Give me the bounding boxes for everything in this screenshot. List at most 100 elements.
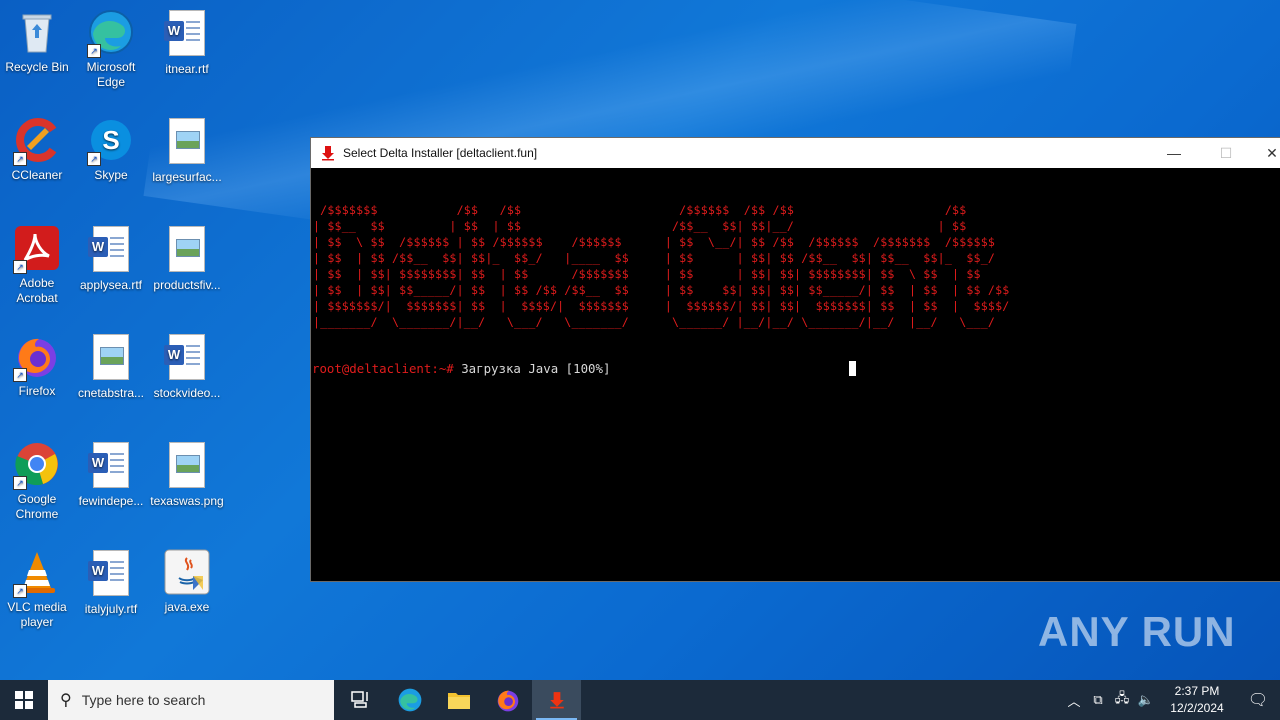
clock-time: 2:37 PM <box>1174 684 1220 698</box>
ascii-banner: /$$$$$$$ /$$ /$$ /$$$$$$ /$$ /$$ /$$ | $… <box>313 203 1010 329</box>
maximize-button[interactable]: ☐ <box>1203 138 1249 168</box>
word-document-icon: W <box>163 334 211 382</box>
minimize-button[interactable]: — <box>1151 138 1197 168</box>
terminal-area[interactable]: /$$$$$$$ /$$ /$$ /$$$$$$ /$$ /$$ /$$ | $… <box>311 169 1280 581</box>
window-titlebar[interactable]: Select Delta Installer [deltaclient.fun]… <box>311 138 1280 168</box>
start-button[interactable] <box>0 680 48 720</box>
desktop-icon-firefox[interactable]: ↗ Firefox <box>0 332 74 399</box>
desktop-icon-largesurfac[interactable]: largesurfac... <box>150 116 224 185</box>
word-document-icon: W <box>87 550 135 598</box>
desktop-icon-fewindepe[interactable]: W fewindepe... <box>74 440 148 509</box>
window-title: Select Delta Installer [deltaclient.fun] <box>343 146 538 160</box>
recycle-bin-icon <box>13 8 61 56</box>
close-button[interactable]: ✕ <box>1249 138 1280 168</box>
meet-now-icon[interactable]: ⧉ <box>1086 692 1110 708</box>
minimize-icon: — <box>1167 145 1181 161</box>
watermark-logo: ANY RUN <box>1038 608 1236 655</box>
shortcut-arrow-icon: ↗ <box>13 368 27 382</box>
task-view-icon <box>350 691 368 708</box>
maximize-icon: ☐ <box>1219 144 1233 161</box>
taskbar-edge-button[interactable] <box>385 680 434 720</box>
desktop-icon-ccleaner[interactable]: ↗ CCleaner <box>0 116 74 183</box>
desktop-icon-stockvideo[interactable]: W stockvideo... <box>150 332 224 401</box>
desktop-icon-edge[interactable]: ↗ Microsoft Edge <box>74 8 148 90</box>
desktop-icon-vlc[interactable]: ↗ VLC media player <box>0 548 74 630</box>
notification-icon[interactable]: 🗨 <box>1236 690 1280 710</box>
shortcut-arrow-icon: ↗ <box>13 476 27 490</box>
windows-logo-icon <box>15 691 33 709</box>
desktop-icon-italyjuly[interactable]: W italyjuly.rtf <box>74 548 148 617</box>
desktop-icon-label: fewindepe... <box>78 494 144 508</box>
image-file-icon <box>163 118 211 166</box>
image-file-icon <box>163 226 211 274</box>
clock[interactable]: 2:37 PM 12/2/2024 <box>1158 683 1236 717</box>
word-document-icon: W <box>87 442 135 490</box>
image-file-icon <box>87 334 135 382</box>
taskbar-firefox-button[interactable] <box>483 680 532 720</box>
volume-icon[interactable]: 🔈 <box>1134 692 1158 708</box>
desktop-icon-applysea[interactable]: W applysea.rtf <box>74 224 148 293</box>
close-icon: ✕ <box>1266 144 1278 161</box>
desktop-icon-label: CCleaner <box>11 168 63 182</box>
skype-icon: S ↗ <box>87 116 135 166</box>
desktop-icon-texaswas[interactable]: texaswas.png <box>150 440 224 509</box>
desktop-icon-java[interactable]: java.exe <box>150 548 224 615</box>
desktop-icon-label: VLC media player <box>7 600 67 629</box>
system-tray: ︿ ⧉ 🖧 🔈 2:37 PM 12/2/2024 🗨 <box>1062 680 1280 720</box>
shortcut-arrow-icon: ↗ <box>13 584 27 598</box>
desktop-icon-label: productsfiv... <box>153 278 221 292</box>
desktop-icon-label: cnetabstra... <box>77 386 145 400</box>
edge-icon <box>398 688 421 712</box>
taskbar: ⚲ Type here to search ︿ ⧉ 🖧 🔈 2:37 PM 12… <box>0 680 1280 720</box>
desktop-icon-chrome[interactable]: ↗ Google Chrome <box>0 440 74 522</box>
desktop-icon-productsfiv[interactable]: productsfiv... <box>150 224 224 293</box>
search-icon: ⚲ <box>60 692 72 709</box>
download-app-icon <box>322 146 334 161</box>
download-app-icon <box>549 692 564 709</box>
desktop-icon-itnear[interactable]: W itnear.rtf <box>150 8 224 77</box>
desktop-icon-label: Microsoft Edge <box>86 60 136 89</box>
taskbar-search-box[interactable]: ⚲ Type here to search <box>48 680 334 720</box>
installer-window[interactable]: Select Delta Installer [deltaclient.fun]… <box>310 137 1280 582</box>
svg-text:S: S <box>102 125 119 155</box>
firefox-icon: ↗ <box>13 332 61 382</box>
desktop-icon-label: applysea.rtf <box>79 278 143 292</box>
desktop-icon-recycle-bin[interactable]: Recycle Bin <box>0 8 74 75</box>
edge-icon: ↗ <box>87 8 135 58</box>
folder-icon <box>447 693 470 709</box>
shell-prompt: root@deltaclient:~# <box>312 361 454 376</box>
desktop-icon-label: Firefox <box>18 384 56 398</box>
shortcut-arrow-icon: ↗ <box>13 260 27 274</box>
desktop-icon-label: Adobe Acrobat <box>16 276 58 305</box>
task-view-button[interactable] <box>336 680 385 720</box>
desktop-icon-label: itnear.rtf <box>165 62 209 76</box>
desktop-icon-label: Google Chrome <box>15 492 59 521</box>
chevron-up-icon[interactable]: ︿ <box>1062 691 1086 710</box>
desktop-icon-label: texaswas.png <box>150 494 224 508</box>
chrome-icon: ↗ <box>13 440 61 490</box>
command-output: Загрузка Java [100%] <box>453 361 611 376</box>
acrobat-icon: ↗ <box>13 224 61 274</box>
desktop-icon-cnetabstra[interactable]: cnetabstra... <box>74 332 148 401</box>
vlc-icon: ↗ <box>13 548 61 598</box>
network-icon[interactable]: 🖧 <box>1110 689 1134 711</box>
shortcut-arrow-icon: ↗ <box>87 152 101 166</box>
java-icon <box>163 548 211 596</box>
firefox-icon <box>497 690 518 712</box>
desktop-icon-label: Recycle Bin <box>5 60 69 74</box>
taskbar-file-explorer-button[interactable] <box>434 680 483 720</box>
desktop-icon-skype[interactable]: S ↗ Skype <box>74 116 148 183</box>
shortcut-arrow-icon: ↗ <box>87 44 101 58</box>
desktop-icon-acrobat[interactable]: ↗ Adobe Acrobat <box>0 224 74 306</box>
shortcut-arrow-icon: ↗ <box>13 152 27 166</box>
desktop-icon-label: largesurfac... <box>152 170 222 184</box>
word-document-icon: W <box>163 10 211 58</box>
ccleaner-icon: ↗ <box>13 116 61 166</box>
clock-date: 12/2/2024 <box>1170 701 1224 715</box>
desktop-icon-label: java.exe <box>164 600 210 614</box>
text-cursor <box>849 361 856 376</box>
image-file-icon <box>163 442 211 490</box>
taskbar-installer-button[interactable] <box>532 680 581 720</box>
desktop-icon-label: stockvideo... <box>153 386 221 400</box>
search-placeholder: Type here to search <box>81 692 206 708</box>
